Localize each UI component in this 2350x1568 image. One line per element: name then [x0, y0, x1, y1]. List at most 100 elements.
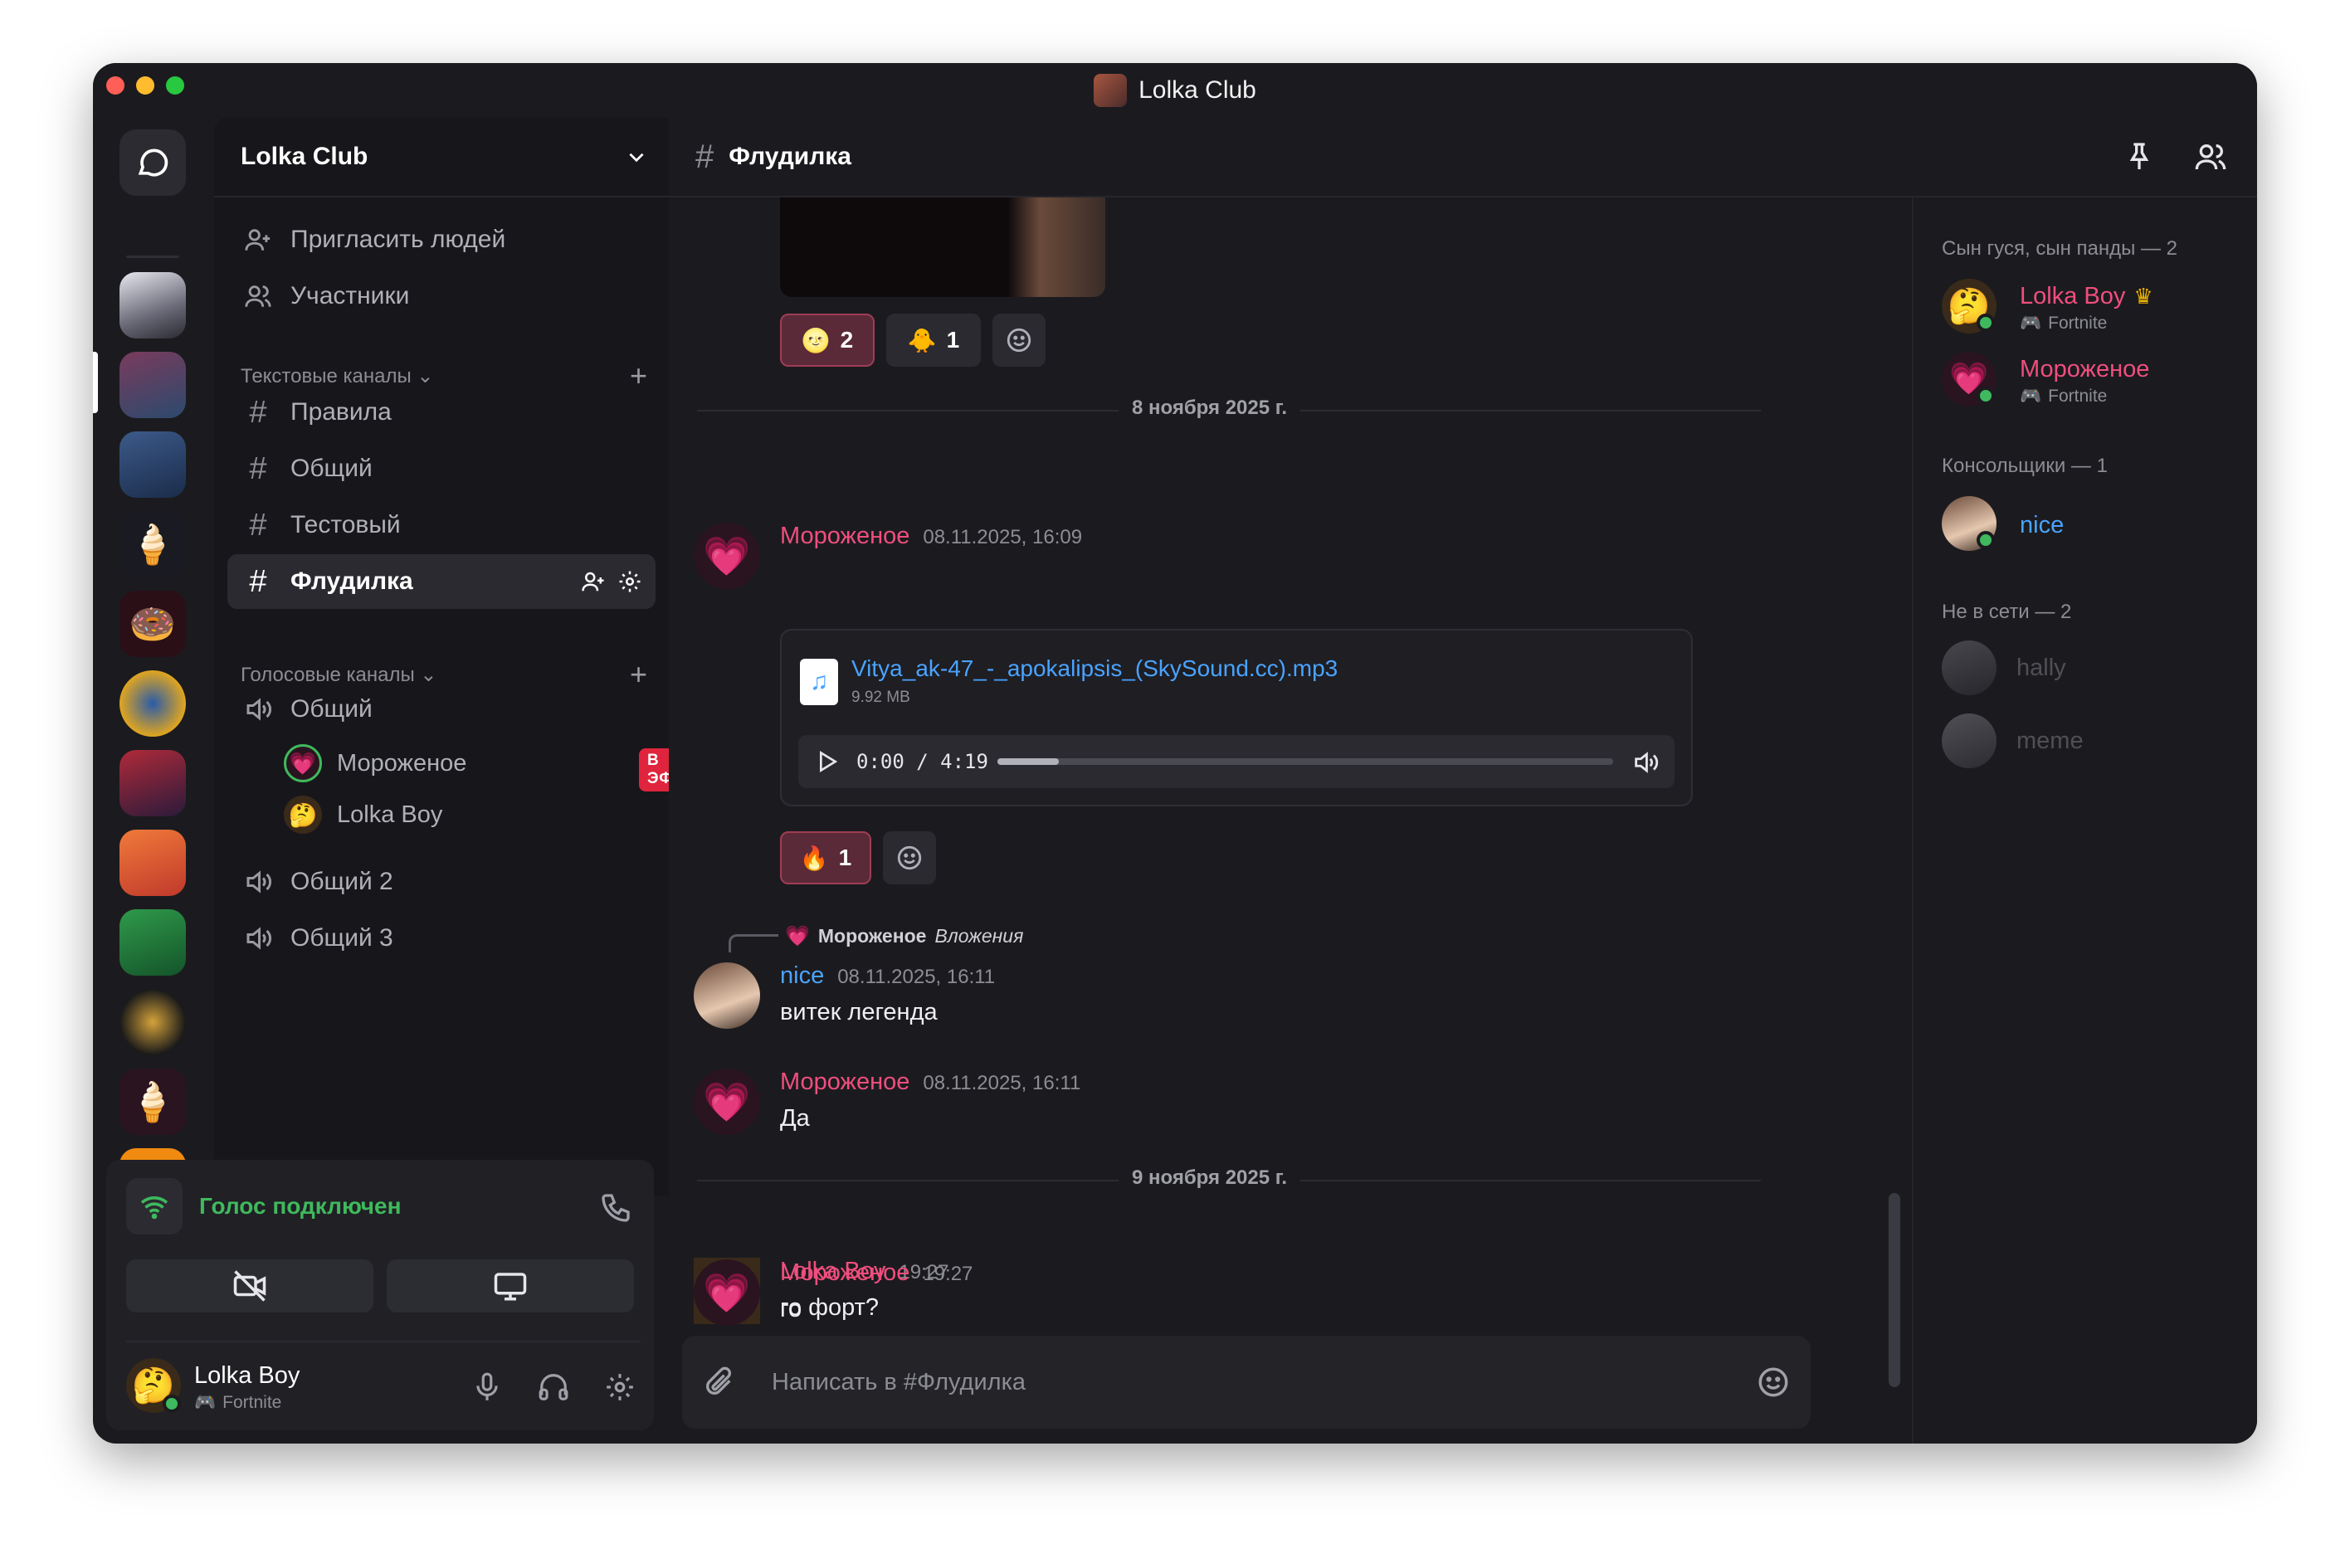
voice-channel-general[interactable]: Общий: [227, 682, 656, 737]
reaction-chip[interactable]: 🔥 1: [780, 831, 871, 884]
avatar[interactable]: 💗: [694, 1069, 760, 1135]
file-name-link[interactable]: Vitya_ak-47_-_apokalipsis_(SkySound.cc).…: [851, 655, 1338, 682]
zoom-window-button[interactable]: [166, 76, 184, 95]
current-user: 🤔 Lolka Boy 🎮 Fortnite: [126, 1341, 641, 1420]
play-icon[interactable]: [813, 748, 840, 775]
members-button[interactable]: Участники: [227, 269, 656, 324]
message-timestamp: 08.11.2025, 16:09: [923, 526, 1083, 548]
camera-off-icon: [233, 1270, 266, 1302]
invite-people-button[interactable]: Пригласить людей: [227, 212, 656, 267]
online-status-dot: [163, 1395, 181, 1413]
message-author[interactable]: Мороженое: [780, 1069, 909, 1096]
hash-icon: #: [695, 138, 714, 175]
close-window-button[interactable]: [106, 76, 124, 95]
member-nice[interactable]: nice: [1942, 496, 2064, 554]
voice-user-morozhenoe[interactable]: 💗 Мороженое: [284, 740, 466, 786]
member-name: Lolka Boy: [2020, 282, 2126, 309]
server-icecream-tool[interactable]: 🍦: [119, 511, 186, 577]
message-input[interactable]: Написать в #Флудилка: [772, 1369, 1756, 1396]
share-screen-button[interactable]: [387, 1259, 634, 1312]
signal-icon: [126, 1178, 183, 1234]
member-meme[interactable]: meme: [1942, 713, 2084, 768]
pin-icon[interactable]: [2123, 140, 2156, 173]
members-list-icon[interactable]: [2194, 140, 2227, 173]
online-status-dot: [1977, 531, 1995, 549]
attach-icon[interactable]: [702, 1366, 735, 1399]
channel-title: Флудилка: [729, 143, 851, 170]
audio-progress[interactable]: [997, 758, 1613, 765]
gear-icon[interactable]: [604, 1371, 636, 1403]
message-timestamp: 19:27: [923, 1263, 973, 1285]
reaction-chip[interactable]: 🌝 2: [780, 314, 875, 367]
server-chillsquad[interactable]: [119, 989, 186, 1055]
channel-rules[interactable]: # Правила: [227, 385, 656, 440]
server-green-face[interactable]: [119, 909, 186, 976]
invite-icon[interactable]: [581, 569, 606, 594]
image-attachment[interactable]: [780, 197, 1105, 297]
toggle-camera-button[interactable]: [126, 1259, 373, 1312]
emoji-icon[interactable]: [1756, 1365, 1791, 1400]
server-mic[interactable]: [119, 750, 186, 816]
hash-icon: #: [249, 394, 267, 430]
avatar: [1942, 640, 1997, 695]
server-header[interactable]: Lolka Club: [214, 118, 669, 197]
server-cat[interactable]: [119, 272, 186, 338]
monitor-icon: [494, 1273, 527, 1301]
smiley-icon: [1007, 328, 1031, 353]
voice-channel-general-3[interactable]: Общий 3: [227, 911, 656, 966]
voice-channel-general-2[interactable]: Общий 2: [227, 855, 656, 909]
gear-icon[interactable]: [617, 569, 642, 594]
audio-attachment: ♫ Vitya_ak-47_-_apokalipsis_(SkySound.cc…: [780, 629, 1693, 806]
message-author[interactable]: Мороженое: [780, 523, 909, 550]
member-hally[interactable]: hally: [1942, 640, 2066, 695]
message-author[interactable]: nice: [780, 962, 824, 990]
server-icecream[interactable]: 🍦: [119, 1069, 186, 1135]
disconnect-call-button[interactable]: [599, 1191, 632, 1225]
add-reaction-button[interactable]: [883, 831, 936, 884]
server-test[interactable]: [119, 352, 186, 418]
phone-icon: [602, 1194, 630, 1222]
microphone-icon[interactable]: [471, 1371, 503, 1403]
online-status-dot: [1977, 387, 1995, 405]
member-name: meme: [2016, 727, 2084, 754]
audio-time: 0:00 / 4:19: [856, 750, 988, 773]
member-lolka-boy[interactable]: 🤔 Lolka Boy ♛ 🎮 Fortnite: [1942, 279, 2153, 337]
avatar[interactable]: 💗: [694, 523, 760, 589]
direct-messages-button[interactable]: [119, 129, 186, 196]
volume-icon[interactable]: [1631, 748, 1660, 777]
server-donut[interactable]: 🍩: [119, 591, 186, 657]
gamepad-icon: 🎮: [194, 1392, 217, 1412]
message-timestamp: 08.11.2025, 16:11: [923, 1072, 1081, 1094]
minimize-window-button[interactable]: [136, 76, 154, 95]
reply-preview[interactable]: 💗 Мороженое Вложения: [785, 924, 1023, 948]
headphones-icon[interactable]: [538, 1371, 569, 1403]
date-divider-label: 9 ноября 2025 г.: [1119, 1166, 1301, 1190]
channel-header: # Флудилка: [669, 118, 2257, 197]
message-text: го: [780, 1296, 802, 1322]
message-author[interactable]: Мороженое: [780, 1259, 909, 1287]
member-name: hally: [2016, 654, 2066, 681]
channel-test[interactable]: # Тестовый: [227, 498, 656, 553]
user-avatar[interactable]: 🤔: [126, 1358, 184, 1416]
channel-flood[interactable]: # Флудилка: [227, 554, 656, 609]
message-timestamp: 08.11.2025, 16:11: [837, 966, 996, 988]
server-warcraft[interactable]: [119, 670, 186, 737]
voice-user-lolka-boy[interactable]: 🤔 Lolka Boy: [284, 791, 442, 838]
speaker-icon: [242, 867, 274, 897]
member-list: Сын гуся, сын панды — 2 🤔 Lolka Boy ♛ 🎮 F…: [1912, 197, 2257, 1444]
add-reaction-button[interactable]: [992, 314, 1046, 367]
avatar[interactable]: [694, 962, 760, 1029]
member-morozhenoe[interactable]: 💗 Мороженое 🎮 Fortnite: [1942, 352, 2149, 410]
window-controls: [106, 76, 184, 95]
hash-icon: #: [249, 507, 267, 543]
chat-bubble-icon: [138, 149, 168, 177]
message-text: витек легенда: [780, 999, 938, 1025]
channel-general[interactable]: # Общий: [227, 441, 656, 496]
server-red-bird[interactable]: [119, 830, 186, 896]
user-name: Lolka Boy: [194, 1361, 300, 1389]
reaction-chip[interactable]: 🐥 1: [886, 314, 981, 367]
avatar[interactable]: 💗: [694, 1259, 760, 1326]
scrollbar-thumb[interactable]: [1889, 1193, 1900, 1387]
server-stonks[interactable]: [119, 431, 186, 498]
window-title: Lolka Club: [1094, 74, 1256, 107]
